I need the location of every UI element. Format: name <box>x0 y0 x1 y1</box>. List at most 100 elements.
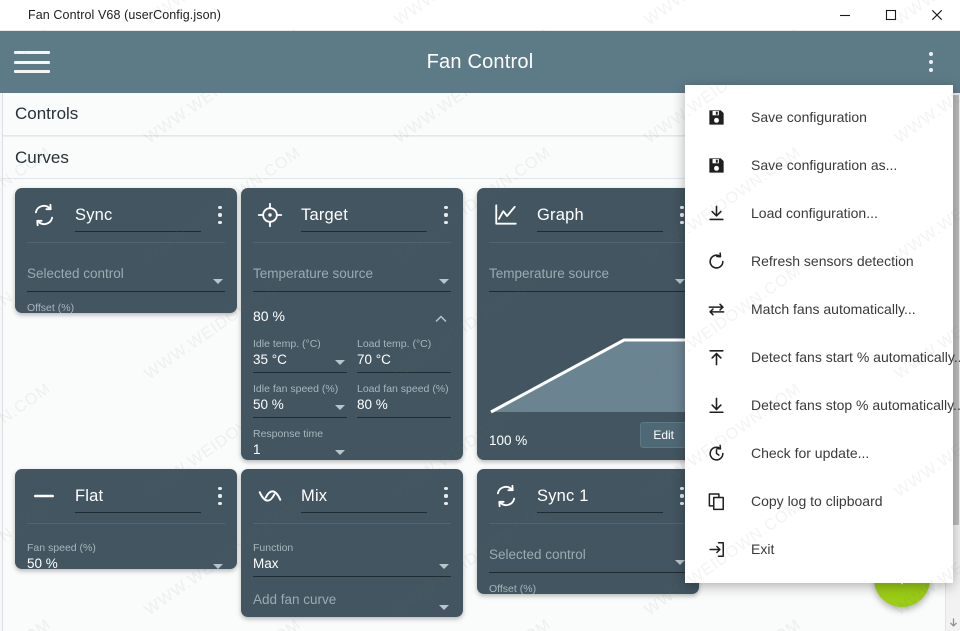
refresh-icon <box>703 248 729 274</box>
overflow-menu-icon[interactable] <box>920 49 942 75</box>
menu-item-label: Refresh sensors detection <box>751 253 914 269</box>
section-label: Controls <box>15 104 79 123</box>
load-temp-field[interactable]: Load temp. (°C) 70 °C <box>357 338 451 373</box>
scroll-down-arrow-icon[interactable] <box>946 614 960 631</box>
card-title-field[interactable]: Sync <box>75 197 207 233</box>
hamburger-menu-icon[interactable] <box>14 49 50 75</box>
title-underline <box>537 512 663 513</box>
card-header: Sync 1 <box>477 469 699 523</box>
temperature-source-dropdown[interactable]: Temperature source <box>253 261 451 292</box>
app-title: Fan Control <box>426 50 534 73</box>
selected-control-dropdown[interactable]: Selected control <box>489 542 687 573</box>
menu-item-save-configuration-as[interactable]: Save configuration as... <box>685 141 953 189</box>
card-title-field[interactable]: Flat <box>75 478 207 514</box>
card-graph[interactable]: Graph Temperature source 100 % Edit <box>477 188 699 460</box>
app-header-bar: Fan Control <box>0 31 960 93</box>
add-fan-curve-dropdown[interactable]: Add fan curve <box>253 587 451 617</box>
field-label: Offset (%) <box>27 302 75 313</box>
menu-item-copy-log[interactable]: Copy log to clipboard <box>685 477 953 525</box>
function-dropdown[interactable]: Function Max <box>253 542 451 577</box>
menu-item-load-configuration[interactable]: Load configuration... <box>685 189 953 237</box>
load-fan-speed-field[interactable]: Load fan speed (%) 80 % <box>357 383 451 418</box>
field-label: Fan speed (%) <box>27 542 96 554</box>
card-options-icon[interactable] <box>211 485 229 507</box>
kebab-dot <box>680 220 684 224</box>
plot-footer: 100 % Edit <box>489 422 687 448</box>
maximize-button[interactable] <box>868 0 914 31</box>
chevron-down-icon <box>675 560 685 565</box>
plot-axis-value: 100 % <box>489 433 528 448</box>
close-button[interactable] <box>914 0 960 31</box>
hamburger-line <box>14 51 50 54</box>
kebab-dot <box>444 487 448 491</box>
menu-item-exit[interactable]: Exit <box>685 525 953 573</box>
card-options-icon[interactable] <box>437 485 455 507</box>
menu-item-label: Match fans automatically... <box>751 301 916 317</box>
card-header: Mix <box>241 469 463 523</box>
hamburger-line <box>14 60 50 64</box>
field-label: Function <box>253 542 294 554</box>
menu-item-label: Detect fans start % automatically... <box>751 349 960 365</box>
idle-temp-field[interactable]: Idle temp. (°C) 35 °C <box>253 338 347 373</box>
kebab-dot <box>218 494 222 498</box>
menu-item-refresh-sensors[interactable]: Refresh sensors detection <box>685 237 953 285</box>
chevron-down-icon <box>675 279 685 284</box>
flat-icon <box>29 481 59 511</box>
kebab-dot <box>218 487 222 491</box>
menu-item-save-configuration[interactable]: Save configuration <box>685 93 953 141</box>
card-title-field[interactable]: Graph <box>537 197 669 233</box>
clock-refresh-icon <box>703 440 729 466</box>
card-sync-1[interactable]: Sync 1 Selected control Offset (%) <box>477 469 699 594</box>
target-percent-expander[interactable]: 80 % <box>253 304 451 328</box>
fan-speed-field[interactable]: Fan speed (%) 50 % <box>27 542 225 569</box>
card-title: Flat <box>75 486 104 505</box>
offset-dropdown[interactable]: Offset (%) 0 <box>489 583 687 594</box>
chevron-down-icon <box>335 450 345 455</box>
sync-icon <box>491 481 521 511</box>
offset-dropdown[interactable]: Offset (%) 0 <box>27 302 225 313</box>
card-title: Graph <box>537 205 584 224</box>
card-title-field[interactable]: Mix <box>301 478 433 514</box>
app-window: Fan Control V68 (userConfig.json) Fan Co… <box>0 0 960 631</box>
menu-item-label: Save configuration as... <box>751 157 898 173</box>
sync-icon <box>29 200 59 230</box>
arrow-up-bar-icon <box>703 344 729 370</box>
card-options-icon[interactable] <box>211 204 229 226</box>
card-header: Graph <box>477 188 699 242</box>
card-mix[interactable]: Mix Function Max Add fan curve <box>241 469 463 617</box>
menu-item-check-for-update[interactable]: Check for update... <box>685 429 953 477</box>
field-label: Load fan speed (%) <box>357 383 449 395</box>
title-underline <box>75 231 201 232</box>
card-header: Flat <box>15 469 237 523</box>
arrow-down-bar-icon <box>703 392 729 418</box>
kebab-dot <box>444 501 448 505</box>
menu-item-match-fans[interactable]: Match fans automatically... <box>685 285 953 333</box>
response-time-field[interactable]: Response time 1 <box>253 428 347 460</box>
kebab-dot <box>444 213 448 217</box>
card-title-field[interactable]: Sync 1 <box>537 478 669 514</box>
menu-item-label: Exit <box>751 541 775 557</box>
fan-curve-plot[interactable] <box>489 304 687 416</box>
kebab-dot <box>218 501 222 505</box>
chevron-down-icon <box>439 279 449 284</box>
card-sync[interactable]: Sync Selected control Offset (%) <box>15 188 237 313</box>
section-label: Curves <box>15 147 69 167</box>
card-title-field[interactable]: Target <box>301 197 433 233</box>
card-options-icon[interactable] <box>437 204 455 226</box>
copy-icon <box>703 488 729 514</box>
edit-curve-button[interactable]: Edit <box>640 422 687 448</box>
kebab-dot <box>444 220 448 224</box>
field-label: Response time <box>253 428 324 440</box>
field-placeholder: Temperature source <box>253 266 374 281</box>
menu-item-detect-fans-stop[interactable]: Detect fans stop % automatically... <box>685 381 960 429</box>
chevron-up-icon <box>435 312 447 324</box>
menu-item-detect-fans-start[interactable]: Detect fans start % automatically... <box>685 333 960 381</box>
card-flat[interactable]: Flat Fan speed (%) 50 % <box>15 469 237 569</box>
idle-fan-speed-field[interactable]: Idle fan speed (%) 50 % <box>253 383 347 418</box>
temperature-source-dropdown[interactable]: Temperature source <box>489 261 687 292</box>
field-value: 35 °C <box>253 352 287 367</box>
minimize-button[interactable] <box>822 0 868 31</box>
card-target[interactable]: Target Temperature source 80 % Idle temp… <box>241 188 463 460</box>
selected-control-dropdown[interactable]: Selected control <box>27 261 225 292</box>
kebab-dot <box>680 494 684 498</box>
